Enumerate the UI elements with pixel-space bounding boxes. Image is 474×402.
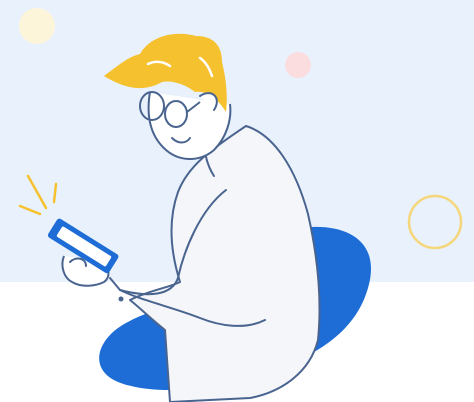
- person-with-phone-illustration: [0, 0, 474, 402]
- pink-dot-decoration: [285, 52, 311, 78]
- illustration-stage: [0, 0, 474, 402]
- yellow-dot-decoration: [19, 8, 55, 44]
- glasses-bridge: [163, 107, 167, 111]
- sleeve-button: [118, 296, 124, 302]
